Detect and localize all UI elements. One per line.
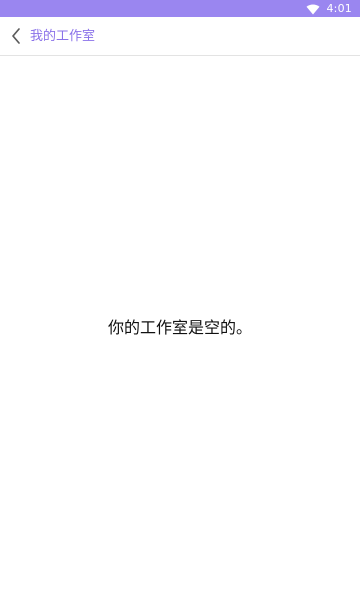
- status-icons: 4:01: [306, 0, 352, 17]
- back-button[interactable]: [2, 17, 30, 56]
- wifi-icon: [306, 4, 320, 14]
- status-time: 4:01: [326, 2, 352, 15]
- page-title: 我的工作室: [30, 28, 96, 44]
- chevron-left-icon: [12, 28, 20, 44]
- status-bar: 4:01: [0, 0, 360, 17]
- empty-state-message: 你的工作室是空的。: [107, 318, 252, 337]
- screen: 4:01 我的工作室 你的工作室是空的。: [0, 0, 360, 600]
- app-bar: 我的工作室: [0, 17, 360, 56]
